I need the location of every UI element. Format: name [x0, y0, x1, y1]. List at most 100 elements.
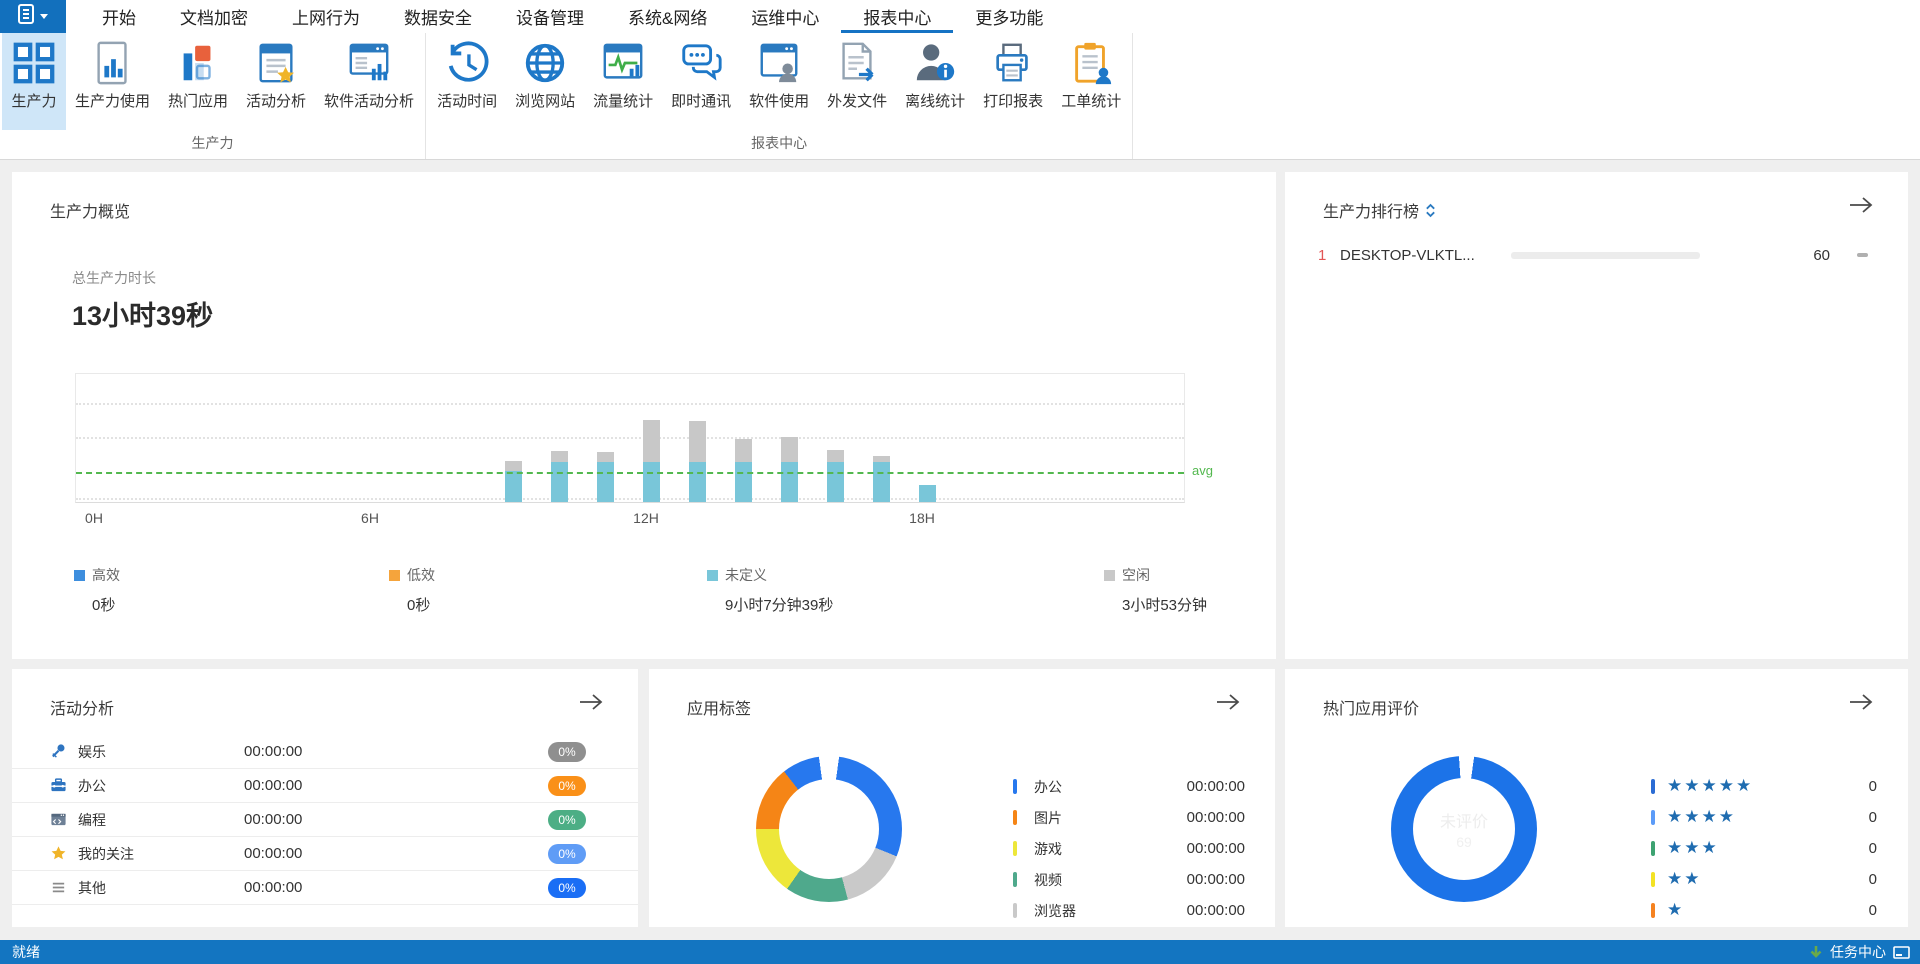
globe-icon [522, 40, 568, 86]
ribbon-item-monitor-pulse[interactable]: 流量统计 [584, 33, 662, 130]
rating-row[interactable]: ★★★★★ 0 [1651, 771, 1877, 802]
tag-label: 图片 [1034, 809, 1062, 826]
ribbon-item-label: 生产力 [11, 93, 57, 110]
ribbon-item-user-info[interactable]: 离线统计 [896, 33, 974, 130]
tag-legend-row[interactable]: 办公 00:00:00 [1013, 771, 1245, 802]
doc-star-icon [253, 40, 299, 86]
tag-swatch [1013, 903, 1017, 918]
rating-row[interactable]: ★★★★ 0 [1651, 802, 1877, 833]
tags-more-arrow-icon[interactable] [1215, 691, 1241, 713]
bar-idle [873, 455, 891, 463]
tags-legend: 办公 00:00:00 图片 00:00:00 游戏 00:00:00 视频 00:00:00… [1013, 771, 1245, 926]
overview-legend-item: 空闲 3小时53分钟 [1104, 565, 1207, 615]
activity-row[interactable]: 编程 00:00:00 0% [12, 803, 638, 837]
tag-label: 办公 [1034, 778, 1062, 795]
ratings-more-arrow-icon[interactable] [1848, 691, 1874, 713]
ribbon-item-doc-star[interactable]: 活动分析 [237, 33, 315, 130]
ribbon-item-label: 流量统计 [593, 93, 654, 110]
window-chart-icon [346, 40, 392, 86]
activity-time: 00:00:00 [244, 777, 303, 794]
ribbon-item-globe[interactable]: 浏览网站 [506, 33, 584, 130]
ranking-row[interactable]: 1 DESKTOP-VLKTL... 60 [1285, 238, 1908, 272]
legend-value: 0秒 [92, 597, 116, 614]
ribbon-item-clipboard-user[interactable]: 工单统计 [1052, 33, 1130, 130]
overview-legend-item: 未定义 9小时7分钟39秒 [707, 565, 833, 615]
tag-legend-row[interactable]: 视频 00:00:00 [1013, 864, 1245, 895]
rating-row[interactable]: ★★ 0 [1651, 864, 1877, 895]
menu-tab-1[interactable]: 文档加密 [158, 0, 270, 33]
status-bar: 就绪 任务中心 [0, 940, 1920, 964]
bar-undefined [781, 462, 799, 502]
menu-tab-8[interactable]: 更多功能 [953, 0, 1065, 33]
menu-tab-0[interactable]: 开始 [80, 0, 158, 33]
ribbon-item-label: 软件使用 [749, 93, 810, 110]
clipboard-user-icon [1068, 40, 1114, 86]
ribbon-item-label: 即时通讯 [671, 93, 732, 110]
activity-row[interactable]: 其他 00:00:00 0% [12, 871, 638, 905]
rating-row[interactable]: ★★★ 0 [1651, 833, 1877, 864]
menu-tab-7[interactable]: 报表中心 [841, 0, 953, 33]
ribbon-item-hot-apps[interactable]: 热门应用 [159, 33, 237, 130]
menu-tab-3[interactable]: 数据安全 [382, 0, 494, 33]
tag-time: 00:00:00 [1186, 778, 1245, 795]
ribbon-item-printer[interactable]: 打印报表 [974, 33, 1052, 130]
tag-legend-row[interactable]: 游戏 00:00:00 [1013, 833, 1245, 864]
rating-swatch [1651, 903, 1655, 918]
activity-time: 00:00:00 [244, 879, 303, 896]
rating-count: 0 [1868, 778, 1877, 795]
activity-more-arrow-icon[interactable] [578, 691, 604, 713]
clock-icon [444, 40, 490, 86]
app-menu-button[interactable] [0, 0, 66, 33]
ribbon-item-doc-arrow[interactable]: 外发文件 [818, 33, 896, 130]
activity-row[interactable]: 我的关注 00:00:00 0% [12, 837, 638, 871]
star-rating-icon: ★ [1667, 900, 1685, 920]
tag-swatch [1013, 841, 1017, 856]
productivity-ranking-panel: 生产力排行榜 1 DESKTOP-VLKTL... 60 [1285, 172, 1908, 659]
activity-list: 娱乐 00:00:00 0% 办公 00:00:00 0% 编程 00:00:00 0% 我的关注… [12, 735, 638, 905]
activity-percent-badge: 0% [548, 741, 586, 762]
ribbon-item-window-chart[interactable]: 软件活动分析 [315, 33, 423, 130]
menu-tab-4[interactable]: 设备管理 [494, 0, 606, 33]
bar-idle [597, 452, 615, 463]
x-tick-label: 18H [909, 510, 935, 526]
activity-row[interactable]: 办公 00:00:00 0% [12, 769, 638, 803]
ribbon-item-productivity-grid[interactable]: 生产力 [2, 33, 66, 130]
gridline [76, 403, 1184, 406]
bar-undefined [873, 462, 891, 502]
menu-bar: 开始 文档加密 上网行为 数据安全 设备管理 系统&网络 运维中心 报表中心 更多功能 [0, 0, 1920, 33]
ribbon-item-chat[interactable]: 即时通讯 [662, 33, 740, 130]
task-center-button[interactable]: 任务中心 [1809, 942, 1910, 962]
menu-tab-6[interactable]: 运维中心 [729, 0, 841, 33]
activity-label: 办公 [78, 777, 106, 794]
tag-time: 00:00:00 [1186, 840, 1245, 857]
ranking-panel-title: 生产力排行榜 [1323, 198, 1436, 222]
rating-count: 0 [1868, 871, 1877, 888]
activity-analysis-panel: 活动分析 娱乐 00:00:00 0% 办公 00:00:00 0% 编程 00:00:00 0… [12, 669, 638, 927]
ratings-center-label: 未评价 [1439, 814, 1488, 831]
device-name: DESKTOP-VLKTL... [1340, 246, 1475, 264]
tag-legend-row[interactable]: 图片 00:00:00 [1013, 802, 1245, 833]
microphone-icon [50, 743, 78, 760]
tag-label: 视频 [1034, 871, 1062, 888]
rating-row[interactable]: ★ 0 [1651, 895, 1877, 926]
ribbon-item-window-user[interactable]: 软件使用 [740, 33, 818, 130]
ribbon-item-clock[interactable]: 活动时间 [428, 33, 506, 130]
menu-tab-2[interactable]: 上网行为 [270, 0, 382, 33]
legend-swatch [389, 569, 400, 581]
bar-idle [781, 436, 799, 463]
menu-tab-5[interactable]: 系统&网络 [606, 0, 729, 33]
taskbar-window-icon [1893, 945, 1910, 959]
sort-icon[interactable] [1425, 203, 1436, 218]
bar-idle [735, 439, 753, 463]
rating-count: 0 [1868, 809, 1877, 826]
tag-legend-row[interactable]: 浏览器 00:00:00 [1013, 895, 1245, 926]
activity-row[interactable]: 娱乐 00:00:00 0% [12, 735, 638, 769]
app-menu-icon [18, 4, 36, 29]
ranking-more-arrow-icon[interactable] [1848, 194, 1874, 216]
ribbon-item-label: 活动分析 [246, 93, 307, 110]
legend-label: 空闲 [1122, 567, 1150, 583]
ribbon-item-doc-bars[interactable]: 生产力使用 [66, 33, 159, 130]
star-rating-icon: ★★★★★ [1667, 776, 1754, 796]
activity-label: 娱乐 [78, 743, 106, 760]
briefcase-icon [50, 777, 78, 794]
